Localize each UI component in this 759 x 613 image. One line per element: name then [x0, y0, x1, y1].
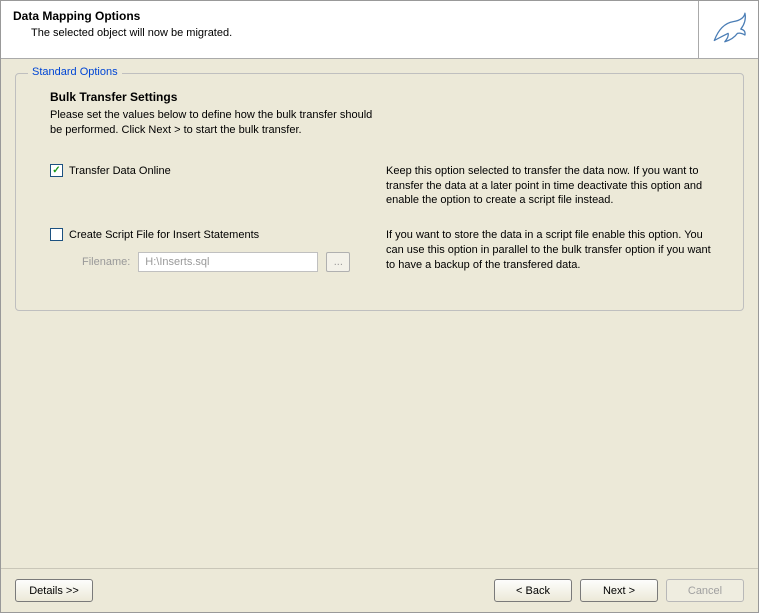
- main-area: Standard Options Bulk Transfer Settings …: [1, 59, 758, 568]
- back-button-label: < Back: [516, 585, 550, 597]
- details-button-label: Details >>: [29, 585, 79, 597]
- back-button[interactable]: < Back: [494, 579, 572, 602]
- option-create-script-row: Create Script File for Insert Statements…: [36, 228, 723, 273]
- transfer-online-description: Keep this option selected to transfer th…: [386, 164, 723, 209]
- group-legend: Standard Options: [28, 66, 122, 78]
- cancel-button: Cancel: [666, 579, 744, 602]
- page-subtitle: The selected object will now be migrated…: [13, 23, 686, 39]
- filename-row: Filename: ...: [50, 252, 386, 272]
- standard-options-group: Standard Options Bulk Transfer Settings …: [15, 73, 744, 311]
- create-script-description: If you want to store the data in a scrip…: [386, 228, 723, 273]
- cancel-button-label: Cancel: [688, 585, 722, 597]
- next-button-label: Next >: [603, 585, 635, 597]
- transfer-online-label: Transfer Data Online: [69, 165, 171, 177]
- next-button[interactable]: Next >: [580, 579, 658, 602]
- browse-button[interactable]: ...: [326, 252, 350, 272]
- section-title: Bulk Transfer Settings: [36, 90, 723, 104]
- transfer-online-checkbox-wrap[interactable]: ✓ Transfer Data Online: [50, 164, 171, 177]
- details-button[interactable]: Details >>: [15, 579, 93, 602]
- header: Data Mapping Options The selected object…: [1, 1, 758, 59]
- create-script-checkbox-wrap[interactable]: Create Script File for Insert Statements: [50, 228, 259, 241]
- option-transfer-online-row: ✓ Transfer Data Online Keep this option …: [36, 164, 723, 209]
- filename-input[interactable]: [138, 252, 318, 272]
- browse-button-label: ...: [334, 256, 343, 268]
- dolphin-logo-icon: [698, 1, 758, 58]
- header-text: Data Mapping Options The selected object…: [1, 1, 698, 58]
- checkbox-checked-icon: ✓: [50, 164, 63, 177]
- create-script-label: Create Script File for Insert Statements: [69, 229, 259, 241]
- footer: Details >> < Back Next > Cancel: [1, 568, 758, 612]
- footer-nav: < Back Next > Cancel: [494, 579, 744, 602]
- page-title: Data Mapping Options: [13, 9, 686, 23]
- filename-label: Filename:: [82, 256, 130, 268]
- checkbox-unchecked-icon: [50, 228, 63, 241]
- section-description: Please set the values below to define ho…: [36, 108, 376, 138]
